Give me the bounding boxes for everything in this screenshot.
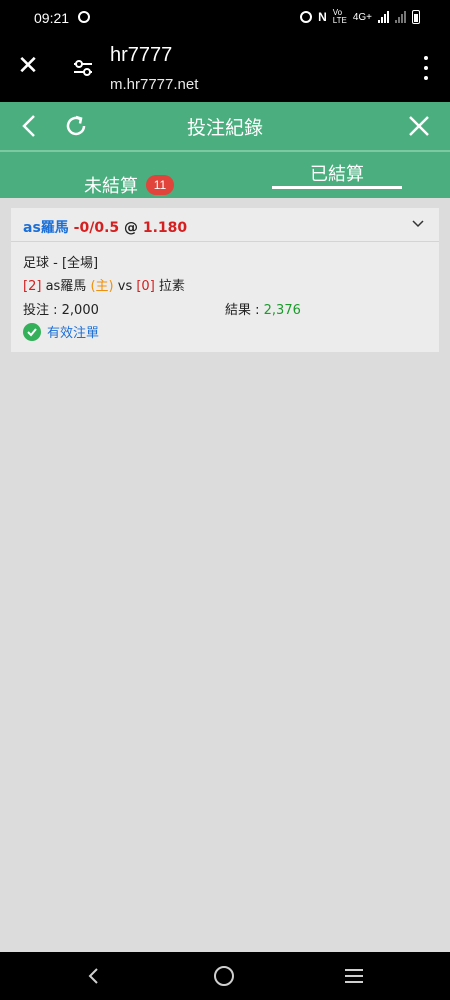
bet-record-card[interactable]: as羅馬 -0/0.5 @ 1.180 足球 - [全場] [2] as羅馬 (… — [11, 208, 439, 352]
result-label: 結果 : — [225, 303, 264, 318]
close-icon[interactable] — [406, 113, 432, 139]
nfc-icon: N — [318, 10, 327, 24]
home-team: as羅馬 — [45, 279, 87, 294]
away-team: 拉素 — [158, 279, 185, 294]
bet-status: 有效注單 — [23, 322, 99, 341]
bet-summary: as羅馬 -0/0.5 @ 1.180 — [23, 217, 187, 237]
battery-icon — [412, 10, 420, 24]
chevron-down-icon[interactable] — [411, 217, 425, 231]
check-circle-icon — [23, 322, 41, 341]
bet-handicap: -0/0.5 — [73, 220, 120, 236]
vs-label: vs — [117, 279, 133, 294]
tab-bar: 未結算 11 已結算 — [0, 152, 450, 198]
volte-icon: Vo LTE — [332, 8, 347, 25]
bet-stake: 投注 : 2,000 — [23, 299, 99, 318]
status-bar: 09:21 N Vo LTE 4G+ — [0, 0, 450, 36]
alarm-icon — [78, 11, 90, 23]
app-header: 投注紀錄 — [0, 102, 450, 150]
signal-icon — [395, 11, 406, 23]
nav-recents-icon[interactable] — [344, 968, 364, 984]
stake-value: 2,000 — [61, 303, 99, 318]
bet-card-body: 足球 - [全場] [2] as羅馬 (主) vs [0] 拉素 投注 : 2,… — [11, 242, 439, 352]
network-type: 4G+ — [352, 11, 372, 23]
browser-toolbar: ✕ hr7777 m.hr7777.net — [0, 36, 450, 102]
tab-unsettled-label: 未結算 — [84, 176, 138, 197]
home-tag: (主) — [90, 279, 114, 294]
tab-settled[interactable]: 已結算 — [272, 152, 402, 198]
site-settings-icon[interactable] — [72, 58, 94, 78]
status-icons: N Vo LTE 4G+ — [300, 9, 420, 25]
stake-label: 投注 : — [23, 303, 62, 318]
status-time: 09:21 — [34, 10, 70, 26]
bet-odds: 1.180 — [142, 220, 188, 236]
home-score: [2] — [23, 279, 42, 294]
nav-back-icon[interactable] — [84, 966, 104, 986]
count-badge: 11 — [146, 175, 174, 195]
bet-team: as羅馬 — [23, 220, 69, 236]
active-tab-indicator — [272, 186, 402, 189]
away-score: [0] — [136, 279, 155, 294]
signal-icon — [378, 11, 389, 23]
nav-home-icon[interactable] — [214, 966, 234, 986]
result-value: 2,376 — [263, 303, 301, 318]
close-icon[interactable]: ✕ — [16, 53, 40, 79]
more-menu-icon[interactable] — [420, 56, 432, 80]
system-nav-bar — [0, 952, 450, 1000]
bet-result: 結果 : 2,376 — [225, 299, 301, 318]
bet-card-header[interactable]: as羅馬 -0/0.5 @ 1.180 — [11, 208, 439, 242]
tab-unsettled[interactable]: 未結算 11 — [84, 162, 174, 208]
at-sign: @ — [124, 220, 138, 236]
page-title: hr7777 — [110, 44, 173, 66]
header-title: 投注紀錄 — [186, 117, 263, 139]
status-label: 有效注單 — [47, 326, 100, 341]
bet-match: [2] as羅馬 (主) vs [0] 拉素 — [23, 275, 185, 294]
alarm-icon — [300, 11, 313, 23]
page-url[interactable]: m.hr7777.net — [110, 76, 198, 93]
bet-sport: 足球 - [全場] — [23, 256, 99, 271]
